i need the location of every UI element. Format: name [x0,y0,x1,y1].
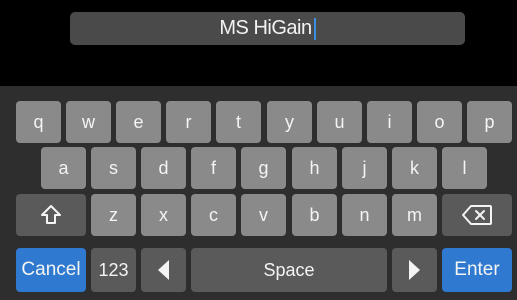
key-label: p [484,111,495,132]
triangle-right-icon [409,260,420,280]
key-label: f [210,157,216,178]
key-u[interactable]: u [317,101,362,143]
key-m[interactable]: m [392,194,437,236]
text-caret [313,17,316,40]
key-label: n [359,204,370,225]
cursor-right-key[interactable] [392,248,437,292]
key-label: e [133,111,144,132]
backspace-icon [462,205,492,225]
key-label: k [410,157,419,178]
key-label: d [158,157,169,178]
key-label: x [159,204,168,225]
space-label: Space [263,259,315,280]
name-input-field[interactable]: MS HiGain [70,12,465,45]
key-r[interactable]: r [166,101,211,143]
key-t[interactable]: t [216,101,261,143]
space-key[interactable]: Space [191,248,387,292]
key-b[interactable]: b [292,194,337,236]
triangle-left-icon [158,260,169,280]
key-label: v [259,204,268,225]
key-v[interactable]: v [241,194,286,236]
shift-key[interactable] [16,194,86,236]
key-label: z [109,204,118,225]
key-label: o [434,111,445,132]
shift-arrow-icon [41,205,61,224]
backspace-key[interactable] [442,194,512,236]
key-n[interactable]: n [342,194,387,236]
key-z[interactable]: z [91,194,136,236]
key-d[interactable]: d [141,147,186,189]
name-input-value: MS HiGain [219,17,312,39]
enter-button[interactable]: Enter [442,248,512,292]
key-label: q [33,111,44,132]
key-label: h [309,157,320,178]
key-i[interactable]: i [367,101,412,143]
numbers-toggle-label: 123 [98,259,129,280]
key-l[interactable]: l [442,147,487,189]
key-label: u [334,111,345,132]
key-j[interactable]: j [342,147,387,189]
key-f[interactable]: f [191,147,236,189]
key-label: j [362,157,367,178]
key-g[interactable]: g [241,147,286,189]
enter-label: Enter [454,259,500,280]
key-o[interactable]: o [417,101,462,143]
key-w[interactable]: w [66,101,111,143]
key-h[interactable]: h [292,147,337,189]
cancel-button[interactable]: Cancel [16,248,86,292]
key-label: b [309,204,320,225]
key-c[interactable]: c [191,194,236,236]
key-y[interactable]: y [267,101,312,143]
key-label: t [235,111,241,132]
key-label: i [387,111,392,132]
key-label: a [58,157,69,178]
key-a[interactable]: a [41,147,86,189]
key-label: m [407,204,422,225]
key-label: w [82,111,95,132]
on-screen-keyboard: q w e r t y u i o p a s d f g h j k l z … [0,86,517,300]
key-label: r [185,111,192,132]
cancel-label: Cancel [21,259,81,280]
key-label: s [109,157,118,178]
key-k[interactable]: k [392,147,437,189]
cursor-left-key[interactable] [141,248,186,292]
key-s[interactable]: s [91,147,136,189]
key-label: c [209,204,218,225]
key-label: y [285,111,294,132]
key-p[interactable]: p [467,101,512,143]
key-e[interactable]: e [116,101,161,143]
numbers-toggle-key[interactable]: 123 [91,248,136,292]
key-label: g [258,157,269,178]
key-q[interactable]: q [16,101,61,143]
key-x[interactable]: x [141,194,186,236]
key-label: l [462,157,467,178]
